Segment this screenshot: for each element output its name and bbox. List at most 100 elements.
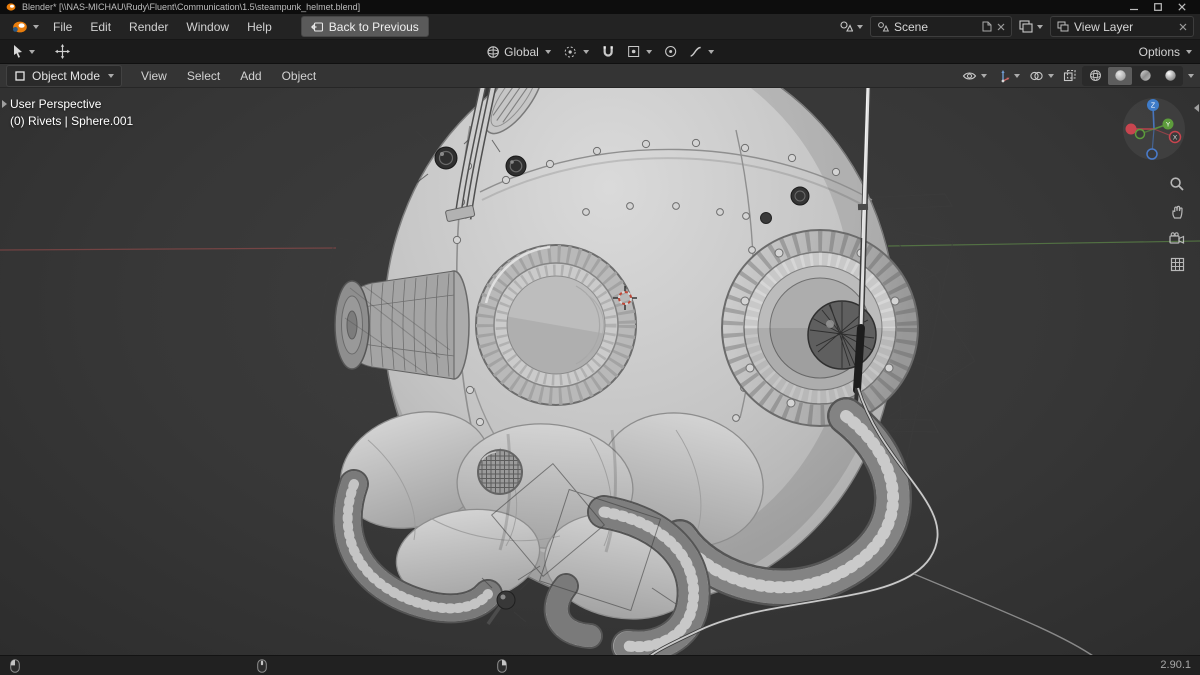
chevron-down-icon bbox=[29, 50, 35, 54]
blender-app-icon bbox=[6, 2, 16, 12]
rendered-sphere-icon bbox=[1164, 69, 1177, 82]
browse-view-layer-button[interactable] bbox=[1016, 17, 1046, 37]
view-layer-selector[interactable]: View Layer bbox=[1050, 16, 1194, 37]
gizmo-y-label: Y bbox=[1166, 122, 1171, 129]
browse-scene-button[interactable] bbox=[836, 17, 866, 37]
menu-object[interactable]: Object bbox=[273, 66, 326, 86]
middle-mouse-icon bbox=[257, 659, 267, 673]
right-mouse-icon bbox=[497, 659, 507, 673]
move-tool-button[interactable] bbox=[52, 42, 73, 62]
zoom-tool-icon[interactable] bbox=[1169, 176, 1185, 192]
menu-help[interactable]: Help bbox=[238, 17, 281, 37]
viewport-3d[interactable]: User Perspective (0) Rivets | Sphere.001… bbox=[0, 88, 1200, 655]
menu-file[interactable]: File bbox=[44, 17, 81, 37]
gizmo-y-neg-axis bbox=[1136, 130, 1145, 139]
helmet-model bbox=[0, 88, 1200, 655]
chevron-down-icon bbox=[646, 50, 652, 54]
chevron-down-icon bbox=[857, 25, 863, 29]
select-tool-icon bbox=[11, 44, 25, 59]
scene-icon bbox=[877, 21, 889, 32]
chevron-down-icon bbox=[708, 50, 714, 54]
solid-sphere-icon bbox=[1114, 69, 1127, 82]
camera-view-icon[interactable] bbox=[1169, 232, 1185, 245]
pivot-point-dropdown[interactable] bbox=[563, 45, 589, 59]
window-titlebar: Blender* [\\NAS-MICHAU\Rudy\Fluent\Commu… bbox=[0, 0, 1200, 14]
gizmo-z-label: Z bbox=[1151, 103, 1156, 110]
menu-window[interactable]: Window bbox=[177, 17, 238, 37]
scene-browse-icon bbox=[839, 20, 853, 33]
new-scene-icon[interactable] bbox=[982, 21, 992, 32]
status-bar: 2.90.1 bbox=[0, 655, 1200, 675]
shading-dropdown-chevron[interactable] bbox=[1188, 74, 1194, 78]
blender-logo-menu[interactable] bbox=[6, 19, 44, 34]
xray-toggle-button[interactable] bbox=[1060, 66, 1079, 86]
shading-solid-button[interactable] bbox=[1108, 67, 1132, 85]
menu-add[interactable]: Add bbox=[231, 66, 270, 86]
back-arrow-icon bbox=[311, 22, 323, 32]
remove-view-layer-icon[interactable] bbox=[1179, 23, 1187, 31]
eye-icon bbox=[962, 70, 977, 82]
chevron-down-icon bbox=[583, 50, 589, 54]
transform-orientation-dropdown[interactable]: Global bbox=[486, 45, 551, 59]
view-layer-icon bbox=[1057, 21, 1069, 32]
menu-view[interactable]: View bbox=[132, 66, 176, 86]
minimize-button[interactable] bbox=[1130, 3, 1138, 11]
global-orientation-icon bbox=[486, 45, 500, 59]
proportional-edit-icon bbox=[664, 45, 677, 58]
pan-hand-icon[interactable] bbox=[1170, 204, 1185, 220]
toolbar-expand-arrow[interactable] bbox=[2, 100, 7, 108]
eye-port bbox=[476, 245, 636, 405]
chevron-down-icon bbox=[1014, 74, 1020, 78]
close-button[interactable] bbox=[1178, 3, 1186, 11]
chevron-down-icon bbox=[981, 74, 987, 78]
viewport-header: Object Mode View Select Add Object bbox=[0, 64, 1200, 88]
move-tool-icon bbox=[55, 44, 70, 59]
ortho-grid-icon[interactable] bbox=[1170, 257, 1185, 272]
snap-toggle-button[interactable] bbox=[601, 45, 615, 58]
overlays-icon bbox=[1029, 70, 1044, 82]
unlink-scene-icon[interactable] bbox=[997, 23, 1005, 31]
active-tool-button[interactable] bbox=[8, 42, 38, 62]
menu-edit[interactable]: Edit bbox=[81, 17, 120, 37]
visibility-dropdown[interactable] bbox=[959, 66, 990, 86]
gizmo-arrows-icon bbox=[996, 69, 1010, 83]
gizmos-dropdown[interactable] bbox=[993, 66, 1023, 86]
overlays-dropdown[interactable] bbox=[1026, 66, 1057, 86]
left-mouse-icon bbox=[10, 659, 20, 673]
back-to-previous-button[interactable]: Back to Previous bbox=[301, 16, 429, 37]
chevron-down-icon bbox=[545, 50, 551, 54]
grille bbox=[478, 450, 522, 494]
object-mode-icon bbox=[14, 70, 26, 82]
chevron-down-icon bbox=[108, 74, 114, 78]
shading-wireframe-button[interactable] bbox=[1083, 67, 1107, 85]
shading-rendered-button[interactable] bbox=[1158, 67, 1182, 85]
chevron-down-icon bbox=[1048, 74, 1054, 78]
chevron-down-icon bbox=[1037, 25, 1043, 29]
view-layer-name: View Layer bbox=[1074, 20, 1174, 34]
proportional-editing-button[interactable] bbox=[664, 45, 677, 58]
sidebar-expand-arrow[interactable] bbox=[1194, 104, 1199, 112]
shading-material-button[interactable] bbox=[1133, 67, 1157, 85]
scene-selector[interactable]: Scene bbox=[870, 16, 1012, 37]
wireframe-sphere-icon bbox=[1089, 69, 1102, 82]
shading-mode-group bbox=[1082, 66, 1183, 86]
material-sphere-icon bbox=[1139, 69, 1152, 82]
xray-icon bbox=[1063, 69, 1076, 82]
navigation-gizmo[interactable]: Z Y X bbox=[1122, 96, 1188, 162]
menu-select[interactable]: Select bbox=[178, 66, 229, 86]
proportional-falloff-dropdown[interactable] bbox=[689, 45, 714, 58]
snap-settings-dropdown[interactable] bbox=[627, 45, 652, 58]
maximize-button[interactable] bbox=[1154, 3, 1162, 11]
topbar-menu: File Edit Render Window Help Back to Pre… bbox=[0, 14, 1200, 40]
menu-render[interactable]: Render bbox=[120, 17, 177, 37]
blender-logo-icon bbox=[11, 19, 28, 34]
chevron-down-icon bbox=[1186, 50, 1192, 54]
gizmo-x-neg-axis bbox=[1126, 124, 1137, 135]
scene-name: Scene bbox=[894, 20, 977, 34]
options-dropdown[interactable]: Options bbox=[1139, 45, 1192, 59]
viewport-side-tools bbox=[1169, 176, 1185, 272]
view-perspective-label: User Perspective bbox=[10, 96, 133, 113]
active-object-label: (0) Rivets | Sphere.001 bbox=[10, 113, 133, 130]
mode-selector[interactable]: Object Mode bbox=[6, 65, 122, 87]
blender-version: 2.90.1 bbox=[1160, 659, 1191, 671]
